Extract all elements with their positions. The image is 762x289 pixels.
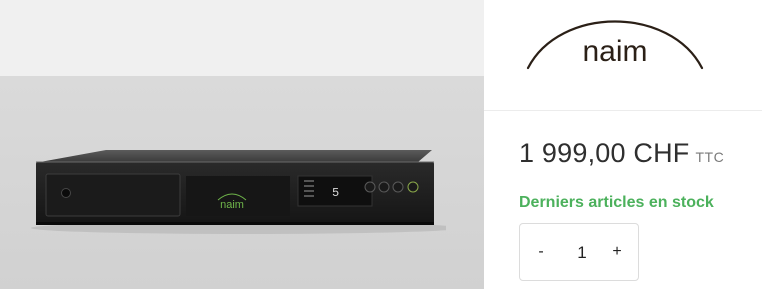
next-button-icon (407, 181, 419, 193)
product-price: 1 999,00 CHF (519, 138, 690, 168)
svg-text:naim: naim (582, 35, 647, 68)
quantity-increase-button[interactable]: + (600, 224, 634, 280)
device-logo: naim (220, 199, 244, 211)
power-button-icon (61, 188, 71, 198)
quantity-stepper: - + (519, 223, 639, 281)
tax-label: TTC (695, 149, 725, 165)
quantity-decrease-button[interactable]: - (524, 224, 558, 280)
play-button-icon (392, 181, 404, 193)
stop-button-icon (378, 181, 390, 193)
product-gallery: naim 5 (0, 0, 484, 289)
product-image[interactable]: naim 5 (26, 140, 446, 235)
naim-brand-logo: naim (526, 20, 704, 70)
product-info-panel: naim 1 999,00 CHF TTC Derniers articles e… (484, 0, 762, 289)
price-row: 1 999,00 CHF TTC (519, 138, 724, 169)
display-digit: 5 (332, 186, 339, 200)
divider (484, 110, 762, 111)
stock-status: Derniers articles en stock (519, 194, 714, 211)
quantity-input[interactable] (562, 238, 602, 268)
prev-button-icon (364, 181, 376, 193)
